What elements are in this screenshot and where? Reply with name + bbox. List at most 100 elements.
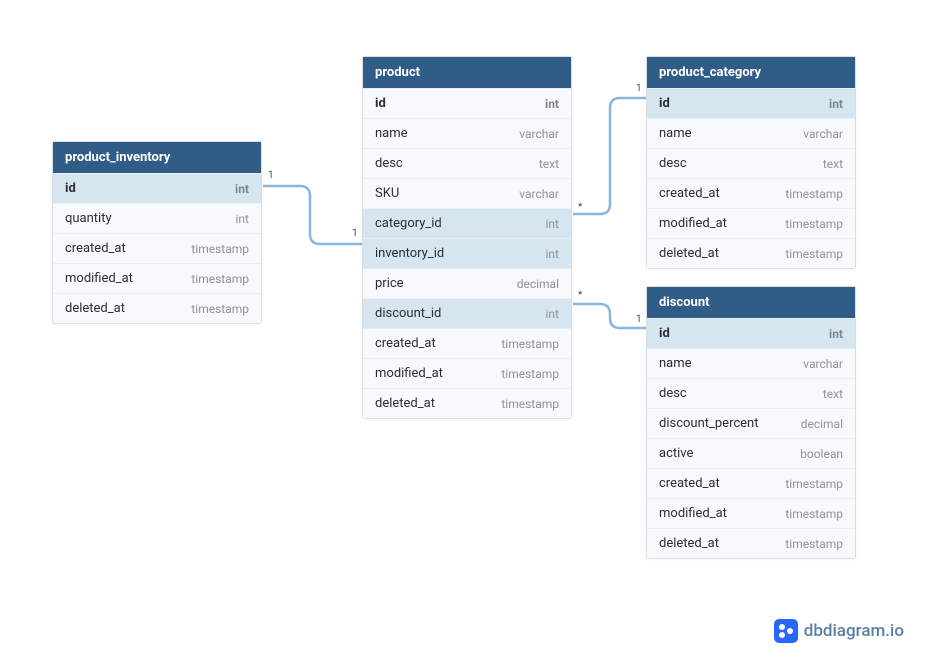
column-type: timestamp — [501, 337, 559, 351]
column-name: deleted_at — [65, 301, 125, 316]
table-row[interactable]: id int — [53, 173, 261, 203]
table-row[interactable]: active boolean — [647, 438, 855, 468]
cardinality-label: * — [578, 202, 582, 213]
column-name: desc — [659, 386, 687, 401]
table-row[interactable]: id int — [647, 88, 855, 118]
watermark-text: dbdiagram.io — [804, 621, 904, 641]
table-row[interactable]: category_id int — [363, 208, 571, 238]
column-type: varchar — [803, 357, 843, 371]
column-name: deleted_at — [659, 246, 719, 261]
table-product[interactable]: product id int name varchar desc text SK… — [362, 56, 572, 419]
column-name: inventory_id — [375, 246, 444, 261]
column-type: int — [545, 97, 559, 111]
table-row[interactable]: deleted_at timestamp — [363, 388, 571, 418]
column-type: int — [546, 247, 559, 261]
column-type: int — [829, 97, 843, 111]
table-row[interactable]: modified_at timestamp — [53, 263, 261, 293]
table-row[interactable]: desc text — [363, 148, 571, 178]
table-row[interactable]: desc text — [647, 148, 855, 178]
column-name: active — [659, 446, 693, 461]
column-name: modified_at — [659, 506, 727, 521]
table-header[interactable]: product — [363, 57, 571, 88]
cardinality-label: 1 — [352, 228, 358, 239]
table-row[interactable]: modified_at timestamp — [647, 208, 855, 238]
column-name: price — [375, 276, 404, 291]
column-type: timestamp — [785, 507, 843, 521]
table-row[interactable]: SKU varchar — [363, 178, 571, 208]
column-name: id — [65, 181, 76, 196]
column-type: varchar — [519, 187, 559, 201]
table-row[interactable]: quantity int — [53, 203, 261, 233]
watermark: dbdiagram.io — [774, 619, 904, 643]
column-type: timestamp — [191, 302, 249, 316]
column-name: modified_at — [65, 271, 133, 286]
column-type: timestamp — [785, 217, 843, 231]
diagram-canvas[interactable]: 1 1 * 1 * 1 product_inventory id int qua… — [0, 0, 926, 661]
rel-product-category — [573, 98, 646, 214]
table-row[interactable]: id int — [647, 318, 855, 348]
table-row[interactable]: created_at timestamp — [647, 468, 855, 498]
column-name: category_id — [375, 216, 442, 231]
table-header[interactable]: product_category — [647, 57, 855, 88]
table-row[interactable]: deleted_at timestamp — [53, 293, 261, 323]
cardinality-label: 1 — [636, 314, 642, 325]
column-name: name — [659, 126, 692, 141]
table-header[interactable]: product_inventory — [53, 142, 261, 173]
column-name: discount_id — [375, 306, 441, 321]
column-type: text — [539, 157, 559, 171]
column-name: id — [659, 326, 670, 341]
column-name: created_at — [659, 476, 720, 491]
column-name: created_at — [375, 336, 436, 351]
table-row[interactable]: inventory_id int — [363, 238, 571, 268]
dbdiagram-logo-icon — [774, 619, 798, 643]
column-name: desc — [659, 156, 687, 171]
column-name: deleted_at — [659, 536, 719, 551]
table-row[interactable]: discount_id int — [363, 298, 571, 328]
column-name: id — [375, 96, 386, 111]
column-type: decimal — [801, 417, 843, 431]
table-row[interactable]: deleted_at timestamp — [647, 528, 855, 558]
column-name: created_at — [659, 186, 720, 201]
table-discount[interactable]: discount id int name varchar desc text d… — [646, 286, 856, 559]
table-row[interactable]: deleted_at timestamp — [647, 238, 855, 268]
table-row[interactable]: name varchar — [647, 348, 855, 378]
table-row[interactable]: created_at timestamp — [53, 233, 261, 263]
column-type: timestamp — [785, 477, 843, 491]
table-row[interactable]: created_at timestamp — [647, 178, 855, 208]
column-type: varchar — [803, 127, 843, 141]
table-row[interactable]: name varchar — [363, 118, 571, 148]
cardinality-label: * — [578, 290, 582, 301]
column-name: SKU — [375, 186, 399, 201]
column-name: modified_at — [375, 366, 443, 381]
rel-inventory-product — [263, 186, 362, 244]
table-row[interactable]: price decimal — [363, 268, 571, 298]
table-row[interactable]: modified_at timestamp — [647, 498, 855, 528]
column-name: name — [375, 126, 408, 141]
column-type: timestamp — [501, 397, 559, 411]
column-type: timestamp — [501, 367, 559, 381]
column-type: timestamp — [191, 242, 249, 256]
table-row[interactable]: desc text — [647, 378, 855, 408]
column-name: id — [659, 96, 670, 111]
column-type: timestamp — [191, 272, 249, 286]
column-type: timestamp — [785, 247, 843, 261]
table-row[interactable]: discount_percent decimal — [647, 408, 855, 438]
table-row[interactable]: name varchar — [647, 118, 855, 148]
column-type: text — [823, 157, 843, 171]
table-header[interactable]: discount — [647, 287, 855, 318]
column-type: decimal — [517, 277, 559, 291]
table-product-inventory[interactable]: product_inventory id int quantity int cr… — [52, 141, 262, 324]
table-row[interactable]: modified_at timestamp — [363, 358, 571, 388]
column-name: created_at — [65, 241, 126, 256]
column-type: int — [546, 217, 559, 231]
table-row[interactable]: id int — [363, 88, 571, 118]
column-name: quantity — [65, 211, 112, 226]
column-type: int — [235, 182, 249, 196]
column-name: modified_at — [659, 216, 727, 231]
table-product-category[interactable]: product_category id int name varchar des… — [646, 56, 856, 269]
column-type: int — [546, 307, 559, 321]
column-type: timestamp — [785, 187, 843, 201]
table-row[interactable]: created_at timestamp — [363, 328, 571, 358]
column-type: timestamp — [785, 537, 843, 551]
column-name: name — [659, 356, 692, 371]
